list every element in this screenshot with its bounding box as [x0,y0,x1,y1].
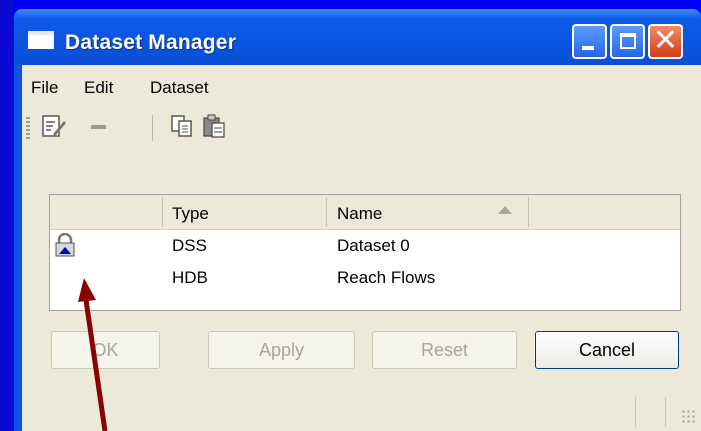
annotation-arrow [78,278,108,431]
